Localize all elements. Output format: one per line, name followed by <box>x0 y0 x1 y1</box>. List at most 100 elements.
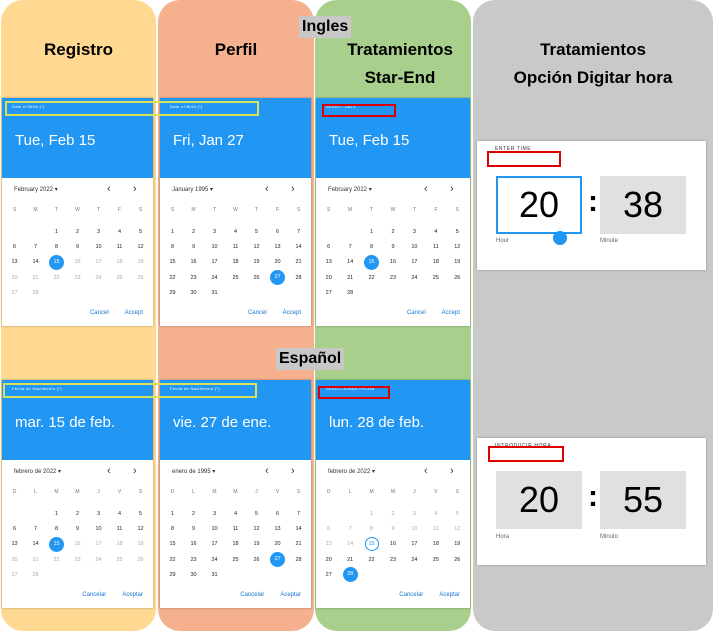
accept-button[interactable]: Aceptar <box>280 592 301 598</box>
day-cell[interactable]: 22 <box>162 552 183 567</box>
day-cell[interactable]: 7 <box>339 239 360 254</box>
day-cell[interactable]: 10 <box>204 239 225 254</box>
day-cell[interactable]: 28 <box>339 285 360 300</box>
day-cell[interactable]: 24 <box>404 552 425 567</box>
chevron-right-icon[interactable]: › <box>133 465 137 477</box>
day-cell[interactable]: 6 <box>267 506 288 521</box>
minute-input[interactable]: 55 <box>600 471 686 529</box>
day-cell[interactable]: 1 <box>162 224 183 239</box>
cancel-button[interactable]: Cancel <box>248 310 267 316</box>
day-cell[interactable]: 20 <box>318 552 339 567</box>
day-cell[interactable]: 17 <box>204 537 225 552</box>
day-cell[interactable]: 4 <box>225 224 246 239</box>
day-cell[interactable]: 7 <box>288 224 309 239</box>
day-cell[interactable]: 11 <box>225 239 246 254</box>
accept-button[interactable]: Accept <box>442 310 460 316</box>
day-cell[interactable]: 19 <box>246 537 267 552</box>
day-cell-selected[interactable]: 27 <box>267 552 288 568</box>
day-cell[interactable]: 9 <box>183 239 204 254</box>
chevron-right-icon[interactable]: › <box>291 183 295 195</box>
day-cell[interactable]: 6 <box>267 224 288 239</box>
day-cell[interactable]: 24 <box>204 270 225 285</box>
month-year-dropdown[interactable]: February 2022 ▾ <box>328 186 372 193</box>
day-cell[interactable]: 18 <box>225 255 246 270</box>
day-cell[interactable]: 12 <box>130 239 151 254</box>
day-cell[interactable]: 21 <box>339 552 360 567</box>
day-cell[interactable]: 26 <box>246 270 267 285</box>
day-cell[interactable]: 18 <box>425 255 446 270</box>
day-cell[interactable]: 25 <box>425 552 446 567</box>
hour-input[interactable]: 20 <box>496 471 582 529</box>
day-cell[interactable]: 14 <box>288 239 309 254</box>
day-cell-selected[interactable]: 28 <box>339 567 360 583</box>
day-cell[interactable]: 21 <box>288 255 309 270</box>
day-cell[interactable]: 29 <box>162 285 183 300</box>
day-cell[interactable]: 14 <box>288 521 309 536</box>
day-cell-selected[interactable]: 27 <box>267 270 288 286</box>
day-cell[interactable]: 15 <box>162 255 183 270</box>
day-cell[interactable]: 16 <box>183 537 204 552</box>
day-cell[interactable]: 15 <box>162 537 183 552</box>
day-cell[interactable]: 7 <box>25 239 46 254</box>
day-cell[interactable]: 22 <box>361 270 382 285</box>
day-cell[interactable]: 30 <box>183 567 204 582</box>
day-cell[interactable]: 19 <box>447 255 468 270</box>
cancel-button[interactable]: Cancelar <box>240 592 264 598</box>
day-cell[interactable]: 14 <box>25 537 46 552</box>
day-cell[interactable]: 9 <box>67 239 88 254</box>
day-cell[interactable]: 21 <box>339 270 360 285</box>
day-cell[interactable]: 21 <box>288 537 309 552</box>
chevron-left-icon[interactable]: ‹ <box>265 465 269 477</box>
day-cell[interactable]: 4 <box>225 506 246 521</box>
day-cell[interactable]: 19 <box>447 537 468 552</box>
day-cell[interactable]: 7 <box>288 506 309 521</box>
day-cell[interactable]: 10 <box>204 521 225 536</box>
hour-input[interactable]: 20 <box>496 176 582 234</box>
month-year-dropdown[interactable]: febrero de 2022 ▾ <box>328 468 375 475</box>
day-cell[interactable]: 11 <box>109 239 130 254</box>
day-cell[interactable]: 27 <box>318 285 339 300</box>
day-cell[interactable]: 24 <box>204 552 225 567</box>
day-cell[interactable]: 5 <box>246 506 267 521</box>
day-cell[interactable]: 12 <box>130 521 151 536</box>
day-cell[interactable]: 2 <box>183 506 204 521</box>
day-cell[interactable]: 5 <box>246 224 267 239</box>
day-cell[interactable]: 30 <box>183 285 204 300</box>
day-cell[interactable]: 5 <box>130 506 151 521</box>
day-cell-today[interactable]: 15 <box>361 537 382 552</box>
minute-input[interactable]: 38 <box>600 176 686 234</box>
chevron-left-icon[interactable]: ‹ <box>424 183 428 195</box>
day-cell[interactable]: 14 <box>25 255 46 270</box>
chevron-right-icon[interactable]: › <box>450 465 454 477</box>
day-cell[interactable]: 19 <box>246 255 267 270</box>
chevron-right-icon[interactable]: › <box>291 465 295 477</box>
day-cell[interactable]: 17 <box>204 255 225 270</box>
day-cell[interactable]: 25 <box>425 270 446 285</box>
day-cell[interactable]: 26 <box>246 552 267 567</box>
day-cell[interactable]: 9 <box>382 239 403 254</box>
day-cell[interactable]: 8 <box>361 239 382 254</box>
day-cell[interactable]: 8 <box>162 239 183 254</box>
accept-button[interactable]: Aceptar <box>122 592 143 598</box>
day-cell[interactable]: 3 <box>204 506 225 521</box>
day-cell[interactable]: 26 <box>447 552 468 567</box>
cursor-handle-icon[interactable] <box>553 231 567 245</box>
day-cell[interactable]: 24 <box>404 270 425 285</box>
day-cell[interactable]: 12 <box>246 239 267 254</box>
chevron-right-icon[interactable]: › <box>450 183 454 195</box>
day-cell[interactable]: 11 <box>109 521 130 536</box>
day-cell[interactable]: 26 <box>447 270 468 285</box>
day-cell[interactable]: 10 <box>88 239 109 254</box>
day-cell[interactable]: 20 <box>267 537 288 552</box>
day-cell[interactable]: 10 <box>88 521 109 536</box>
day-cell[interactable]: 14 <box>339 255 360 270</box>
day-cell[interactable]: 18 <box>425 537 446 552</box>
day-cell[interactable]: 6 <box>4 521 25 536</box>
day-cell[interactable]: 5 <box>447 224 468 239</box>
accept-button[interactable]: Aceptar <box>439 592 460 598</box>
day-cell[interactable]: 4 <box>425 224 446 239</box>
month-year-dropdown[interactable]: febrero de 2022 ▾ <box>14 468 61 475</box>
month-year-dropdown[interactable]: January 1995 ▾ <box>172 186 213 193</box>
accept-button[interactable]: Accept <box>283 310 301 316</box>
day-cell[interactable]: 25 <box>225 552 246 567</box>
